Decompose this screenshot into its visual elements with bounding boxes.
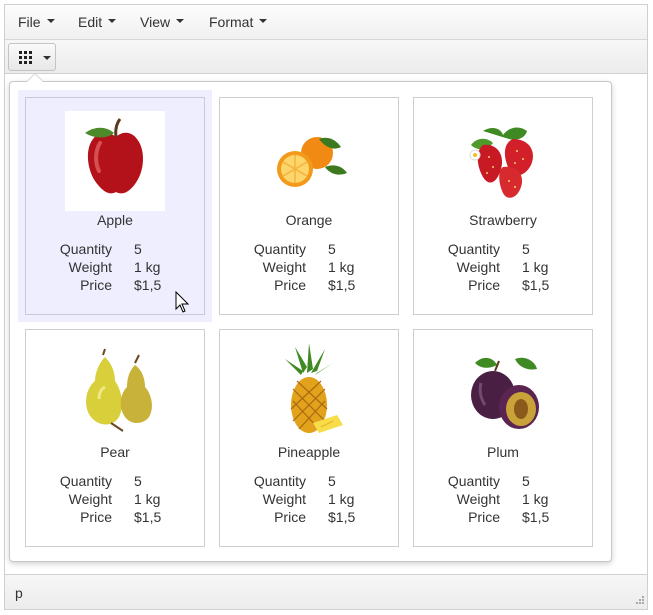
fruit-props: Quantity 5 Weight 1 kg Price $1,5 bbox=[220, 473, 398, 527]
prop-label: Quantity bbox=[447, 241, 500, 257]
mouse-cursor-icon bbox=[175, 291, 190, 313]
chevron-down-icon bbox=[108, 19, 117, 24]
prop-value: 5 bbox=[522, 473, 530, 489]
prop-label: Quantity bbox=[253, 241, 306, 257]
fruit-props: Quantity 5 Weight 1 kg Price $1,5 bbox=[414, 241, 592, 295]
fruit-card-pear[interactable]: Pear Quantity 5 Weight 1 kg Price $1,5 bbox=[25, 329, 205, 547]
prop-label: Weight bbox=[262, 491, 306, 507]
prop-value: $1,5 bbox=[328, 509, 356, 525]
fruit-card-strawberry[interactable]: Strawberry Quantity 5 Weight 1 kg Price $1,… bbox=[413, 97, 593, 315]
prop-label: Weight bbox=[68, 491, 112, 507]
pear-image bbox=[65, 343, 165, 443]
fruit-name: Strawberry bbox=[469, 212, 537, 228]
plum-image bbox=[453, 343, 553, 443]
prop-label: Price bbox=[468, 277, 500, 293]
prop-value: 5 bbox=[522, 241, 530, 257]
prop-value: 5 bbox=[134, 241, 142, 257]
fruit-card-apple[interactable]: Apple Quantity 5 Weight 1 kg Price $1,5 bbox=[25, 97, 205, 315]
prop-label: Quantity bbox=[447, 473, 500, 489]
fruit-name: Apple bbox=[97, 212, 133, 228]
prop-value: 1 kg bbox=[328, 259, 355, 275]
fruit-name: Pear bbox=[100, 444, 130, 460]
prop-label: Price bbox=[80, 277, 112, 293]
prop-label: Price bbox=[80, 509, 112, 525]
toolbar bbox=[5, 40, 647, 74]
prop-label: Weight bbox=[456, 491, 500, 507]
fruit-name: Orange bbox=[285, 212, 333, 228]
resize-grip-icon[interactable] bbox=[633, 595, 645, 607]
menu-file-label: File bbox=[18, 14, 41, 30]
view-mode-button[interactable] bbox=[8, 43, 56, 71]
menu-format-label: Format bbox=[209, 14, 254, 30]
chevron-down-icon bbox=[46, 19, 55, 24]
prop-value: 5 bbox=[328, 473, 336, 489]
prop-value: $1,5 bbox=[328, 277, 356, 293]
prop-value: 1 kg bbox=[134, 259, 161, 275]
chevron-down-icon bbox=[43, 56, 51, 60]
menu-edit[interactable]: Edit bbox=[78, 14, 117, 30]
prop-label: Price bbox=[274, 509, 306, 525]
fruit-card-orange[interactable]: Orange Quantity 5 Weight 1 kg Price $1,5 bbox=[219, 97, 399, 315]
menu-edit-label: Edit bbox=[78, 14, 103, 30]
fruit-card-plum[interactable]: Plum Quantity 5 Weight 1 kg Price $1,5 bbox=[413, 329, 593, 547]
prop-label: Price bbox=[468, 509, 500, 525]
prop-value: 1 kg bbox=[328, 491, 355, 507]
apple-image bbox=[65, 111, 165, 211]
menu-bar: File Edit View Format bbox=[5, 5, 647, 40]
chevron-down-icon bbox=[176, 19, 185, 24]
strawberry-image bbox=[453, 111, 553, 211]
prop-value: $1,5 bbox=[134, 509, 162, 525]
grid-icon bbox=[19, 51, 32, 64]
prop-value: $1,5 bbox=[522, 277, 550, 293]
prop-label: Quantity bbox=[59, 473, 112, 489]
prop-value: 5 bbox=[134, 473, 142, 489]
prop-value: $1,5 bbox=[134, 277, 162, 293]
prop-label: Weight bbox=[262, 259, 306, 275]
prop-label: Quantity bbox=[59, 241, 112, 257]
orange-image bbox=[259, 111, 359, 211]
menu-view-label: View bbox=[140, 14, 171, 30]
prop-label: Quantity bbox=[253, 473, 306, 489]
pineapple-image bbox=[259, 343, 359, 443]
prop-value: 1 kg bbox=[522, 259, 549, 275]
fruit-props: Quantity 5 Weight 1 kg Price $1,5 bbox=[414, 473, 592, 527]
menu-view[interactable]: View bbox=[140, 14, 185, 30]
status-bar: p bbox=[5, 574, 647, 609]
prop-label: Weight bbox=[456, 259, 500, 275]
chevron-down-icon bbox=[259, 19, 268, 24]
fruit-props: Quantity 5 Weight 1 kg Price $1,5 bbox=[26, 473, 204, 527]
prop-value: $1,5 bbox=[522, 509, 550, 525]
fruit-card-pineapple[interactable]: Pineapple Quantity 5 Weight 1 kg Price $1,5 bbox=[219, 329, 399, 547]
fruit-props: Quantity 5 Weight 1 kg Price $1,5 bbox=[26, 241, 204, 295]
status-path: p bbox=[15, 585, 23, 601]
prop-label: Weight bbox=[68, 259, 112, 275]
view-popup: Apple Quantity 5 Weight 1 kg Price $1,5 O bbox=[9, 73, 612, 562]
menu-format[interactable]: Format bbox=[209, 14, 268, 30]
fruit-name: Plum bbox=[487, 444, 519, 460]
fruit-name: Pineapple bbox=[277, 444, 341, 460]
menu-file[interactable]: File bbox=[18, 14, 55, 30]
prop-value: 1 kg bbox=[134, 491, 161, 507]
popup-arrow-fill bbox=[27, 74, 43, 82]
prop-value: 1 kg bbox=[522, 491, 549, 507]
fruit-props: Quantity 5 Weight 1 kg Price $1,5 bbox=[220, 241, 398, 295]
prop-value: 5 bbox=[328, 241, 336, 257]
prop-label: Price bbox=[274, 277, 306, 293]
